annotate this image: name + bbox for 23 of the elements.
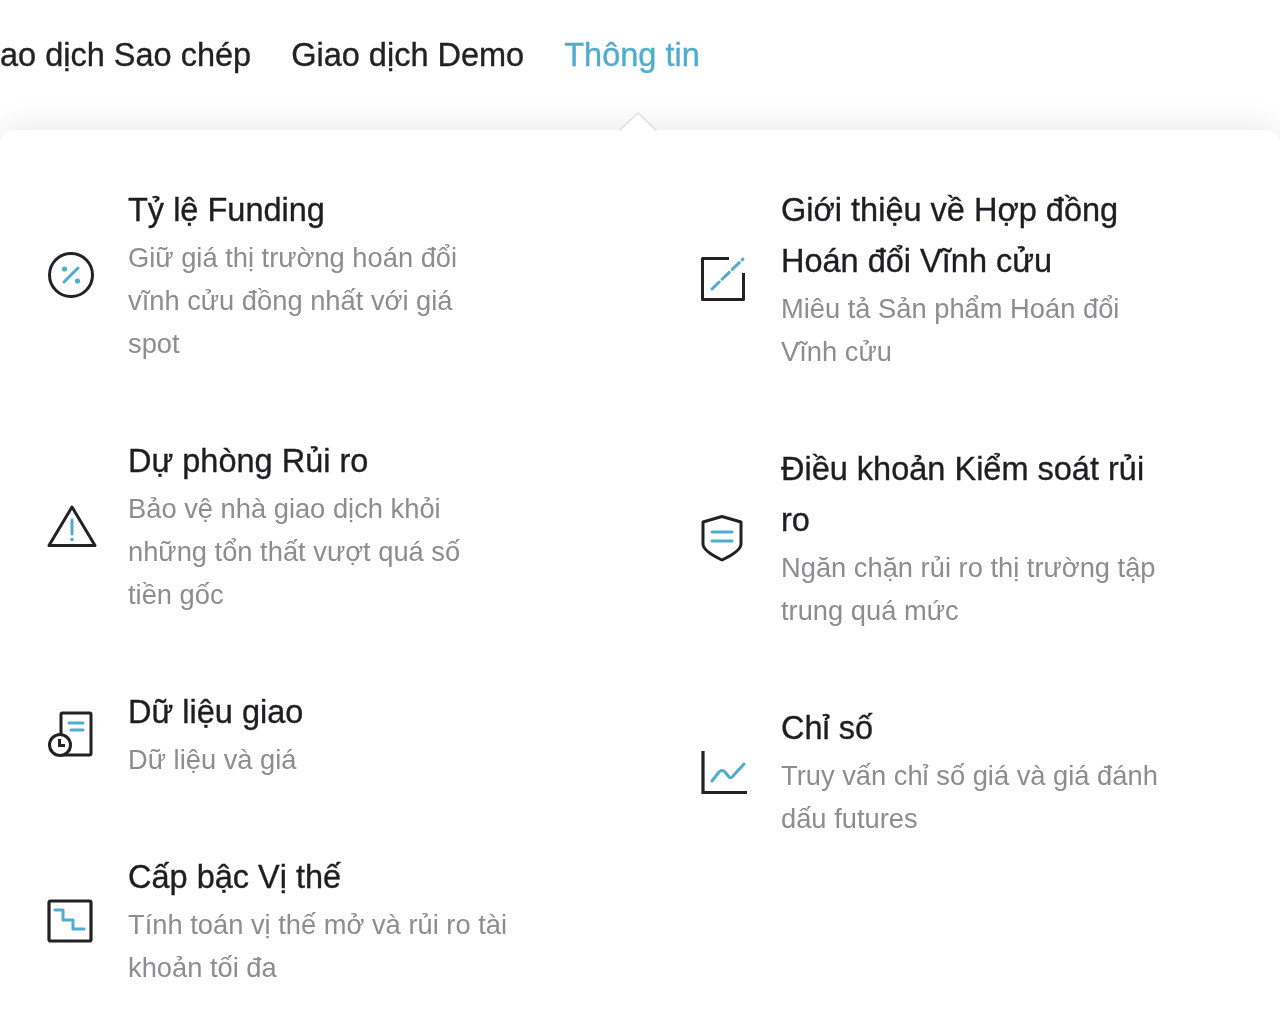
nav-tab[interactable]: Giao dịch Demo [291, 36, 525, 74]
menu-item-title[interactable]: Dữ liệu giao [128, 687, 304, 738]
menu-item-title[interactable]: Cấp bậc Vị thế [128, 852, 342, 903]
warning-triangle-icon [47, 504, 97, 548]
menu-item-title[interactable]: Giới thiệu về Hợp đồng Hoán đổi Vĩnh cửu [781, 185, 1164, 287]
edit-square-icon [700, 256, 746, 302]
line-chart-icon [700, 748, 748, 795]
menu-item-title[interactable]: Chỉ số [781, 703, 874, 754]
nav-tab[interactable]: ao dịch Sao chép [0, 36, 252, 74]
stairs-square-icon [47, 898, 93, 943]
menu-item-description: Dữ liệu và giá [128, 743, 297, 777]
menu-item-description: Tính toán vị thế mở và rủi ro tài khoản tối đa [128, 908, 508, 985]
menu-item-description: Bảo vệ nhà giao dịch khỏi những tổn thất vượt quá số tiền gốc [128, 492, 462, 612]
percent-circle-icon [47, 251, 95, 299]
menu-item-description: Ngăn chặn rủi ro thị trường tập trung quá mức [781, 551, 1157, 628]
menu-item-title[interactable]: Điều khoản Kiểm soát rủi ro [781, 444, 1164, 546]
shield-icon [700, 514, 744, 562]
menu-item-description: Miêu tả Sản phẩm Hoán đổi Vĩnh cửu [781, 292, 1121, 369]
document-clock-icon [47, 710, 93, 758]
menu-item-title[interactable]: Dự phòng Rủi ro [128, 436, 369, 487]
menu-item-description: Truy vấn chỉ số giá và giá đánh dấu futures [781, 759, 1159, 836]
menu-item-title[interactable]: Tỷ lệ Funding [128, 185, 325, 236]
menu-item-description: Giữ giá thị trường hoán đổi vĩnh cửu đồng nhất với giá spot [128, 241, 459, 361]
